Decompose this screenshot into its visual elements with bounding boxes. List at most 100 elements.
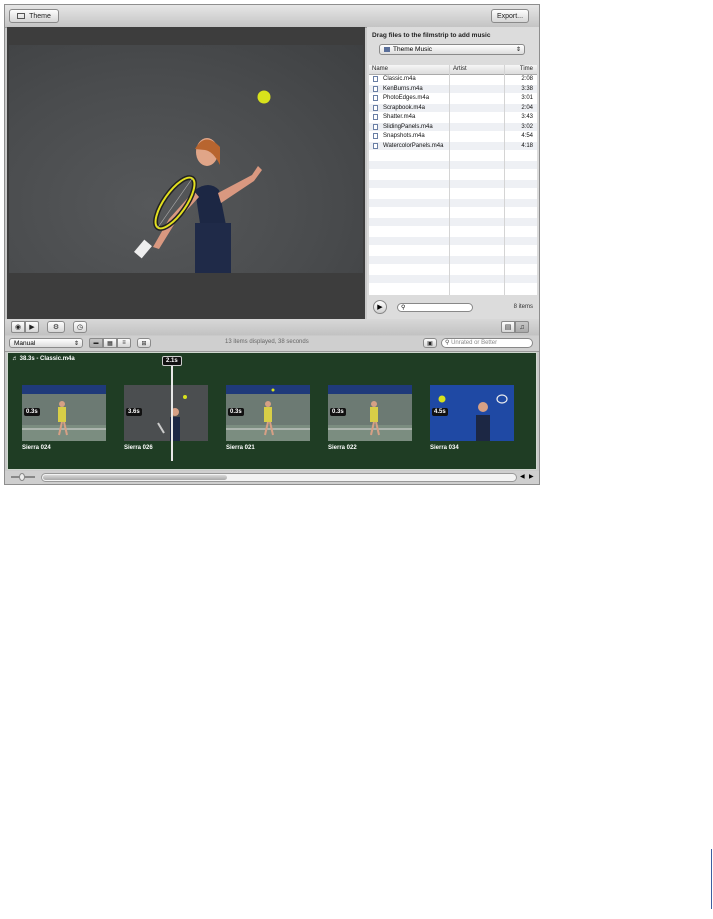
clip-duration: 3.6s [126,408,142,416]
action-menu-button[interactable]: ⚙ [47,321,65,333]
track-name: WatercolorPanels.m4a [383,142,444,149]
track-row[interactable]: KenBurns.m4a 3:38 [369,84,537,93]
play-music-button[interactable]: ▶ [373,300,387,314]
sort-value: Manual [14,339,36,347]
empty-row [369,236,537,245]
track-time: 3:43 [521,114,533,120]
clip[interactable]: 0.3s Sierra 021 [226,385,310,451]
music-search-field[interactable]: ⚲ [397,303,473,312]
playhead-line[interactable] [171,365,173,461]
status-text: 13 items displayed, 38 seconds [225,339,309,345]
view-filmstrip-button[interactable]: ▬ [89,338,103,348]
clip-name: Sierra 024 [22,445,51,451]
camera-button[interactable]: ▣ [423,338,437,348]
track-time: 2:08 [521,76,533,82]
music-source-select[interactable]: Theme Music ⇕ [379,44,525,55]
playback-controls: ◉ ▶ ⚙ ◷ ▤ ♫ [5,319,539,335]
clip-duration: 0.3s [24,408,40,416]
slideshow-window: Theme Export... Drag files to the filmst… [4,4,540,485]
empty-row [369,160,537,169]
gear-icon: ⚙ [52,324,60,331]
track-row[interactable]: Classic.m4a 2:08 [369,75,537,83]
audio-file-icon [373,142,378,149]
rating-filter-field[interactable]: ⚲ Unrated or Better [441,338,533,348]
track-row[interactable]: Scrapbook.m4a 2:04 [369,103,537,112]
rating-filter-placeholder: Unrated or Better [451,340,498,346]
bottom-bar: ◀ ▶ [5,471,539,484]
scroll-right-arrow[interactable]: ▶ [529,473,534,480]
filmstrip[interactable]: ♬ 38.3s - Classic.m4a 0.3s Sierra 024 3.… [7,352,537,470]
timing-button[interactable]: ◷ [73,321,87,333]
track-time: 3:02 [521,123,533,130]
track-row[interactable]: PhotoEdges.m4a 3:01 [369,94,537,102]
empty-row [369,179,537,188]
scrollbar-thumb[interactable] [43,475,227,480]
music-table: Name Artist Time Classic.m4a 2:08 KenBurns… [369,65,537,295]
audio-file-icon [373,95,378,101]
play-icon: ▶ [377,304,383,311]
filmstrip-icon: ▬ [93,340,99,346]
view-grid-button[interactable]: ▦ [103,338,117,348]
theme-label: Theme [29,12,51,20]
music-note-icon: ♫ [519,323,525,331]
column-time[interactable]: Time [520,66,533,72]
search-icon: ⚲ [445,340,450,346]
add-slide-icon: ⊞ [141,340,147,347]
empty-row [369,265,537,273]
clip[interactable]: 4.5s Sierra 034 [430,385,514,451]
filmstrip-scrollbar[interactable] [41,473,517,482]
track-row[interactable]: Snapshots.m4a 4:54 [369,132,537,140]
play-button[interactable]: ▶ [25,321,39,333]
track-name: Snapshots.m4a [383,133,425,139]
clip[interactable]: 0.3s Sierra 024 [22,385,106,451]
preview-photo [9,45,363,273]
fullscreen-play-button[interactable]: ◉ [11,321,25,333]
track-row[interactable]: Shatter.m4a 3:43 [369,113,537,121]
export-button[interactable]: Export... [491,9,529,23]
track-time: 4:54 [521,133,533,139]
audio-file-icon [373,123,378,130]
add-slide-button[interactable]: ⊞ [137,338,151,348]
clip-name: Sierra 022 [328,445,357,451]
clip-name: Sierra 034 [430,445,459,451]
clip-name: Sierra 026 [124,445,153,451]
track-name: PhotoEdges.m4a [383,95,430,101]
track-name: SlidingPanels.m4a [383,123,433,130]
show-inspector-button[interactable]: ▤ [501,321,515,333]
browser-toolbar: Manual ⇕ ▬ ▦ ≡ ⊞ 13 items displayed, 38 … [5,336,539,352]
clip-name: Sierra 021 [226,445,255,451]
clip-duration: 0.3s [330,408,346,416]
top-toolbar: Theme Export... [5,5,539,28]
empty-row [369,170,537,178]
view-list-button[interactable]: ≡ [117,338,131,348]
clip[interactable]: 3.6s Sierra 026 [124,385,208,451]
track-name: Classic.m4a [383,76,416,82]
empty-row [369,274,537,283]
viewer [7,27,365,319]
music-panel: Drag files to the filmstrip to add music… [367,27,539,319]
clip-duration: 0.3s [228,408,244,416]
clip[interactable]: 0.3s Sierra 022 [328,385,412,451]
audio-file-icon [373,85,378,92]
audio-file-icon [373,114,378,120]
page-margin-rule [711,849,712,909]
empty-row [369,151,537,159]
speaker-icon: ♬ [12,356,18,362]
track-row[interactable]: SlidingPanels.m4a 3:02 [369,122,537,131]
theme-button[interactable]: Theme [9,9,59,23]
chevron-updown-icon: ⇕ [515,47,521,53]
sort-select[interactable]: Manual ⇕ [9,338,83,348]
column-name[interactable]: Name [372,66,388,72]
empty-row [369,246,537,254]
track-name: KenBurns.m4a [383,85,423,92]
playhead-time: 2.1s [162,356,182,366]
audio-file-icon [373,76,378,82]
show-music-button[interactable]: ♫ [515,321,529,333]
scroll-left-arrow[interactable]: ◀ [520,473,525,480]
track-row[interactable]: WatercolorPanels.m4a 4:18 [369,141,537,150]
audio-track-label: ♬ 38.3s - Classic.m4a [12,356,75,362]
zoom-slider-knob[interactable] [19,473,25,481]
column-artist[interactable]: Artist [453,66,467,72]
audio-track-text: 38.3s - Classic.m4a [19,356,75,362]
track-time: 3:01 [521,95,533,101]
